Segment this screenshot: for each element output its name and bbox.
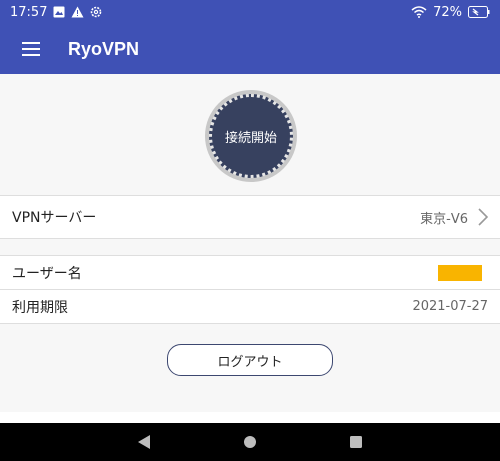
home-icon[interactable] [238,431,262,453]
vpn-server-label: VPNサーバー [12,210,97,226]
status-time: 17:57 [10,4,48,20]
vpn-server-value: 東京-V6 [420,211,468,227]
system-nav-bar [0,423,500,461]
logout-button[interactable]: ログアウト [167,344,333,376]
app-title: RyoVPN [68,38,140,59]
chevron-right-icon [478,208,488,226]
menu-icon[interactable] [22,42,40,56]
expiry-label: 利用期限 [12,299,68,316]
connect-button[interactable]: 接続開始 [209,94,293,178]
vpn-server-value-wrap: 東京-V6 [420,208,488,227]
warning-icon [71,6,84,18]
back-icon[interactable] [132,431,156,453]
logout-area: ログアウト [0,324,500,412]
expiry-row: 利用期限 2021-07-27 [0,290,500,323]
settings-icon [90,6,102,18]
status-left: 17:57 [10,5,102,20]
battery-icon [468,6,490,18]
username-row: ユーザー名 [0,256,500,289]
expiry-value: 2021-07-27 [412,299,488,314]
image-icon [53,6,65,18]
connect-area: 接続開始 [0,74,500,195]
app-bar: RyoVPN [0,24,500,74]
username-label: ユーザー名 [12,265,82,282]
status-right: 72% [411,5,490,20]
bottom-strip [0,412,500,423]
vpn-server-row[interactable]: VPNサーバー 東京-V6 [0,196,500,238]
divider [0,238,500,239]
recents-icon[interactable] [344,431,368,453]
status-bar: 17:57 72% [0,0,500,24]
username-value [438,264,482,281]
username-value-wrap [438,264,488,281]
battery-percent: 72% [433,4,462,20]
wifi-icon [411,6,427,18]
